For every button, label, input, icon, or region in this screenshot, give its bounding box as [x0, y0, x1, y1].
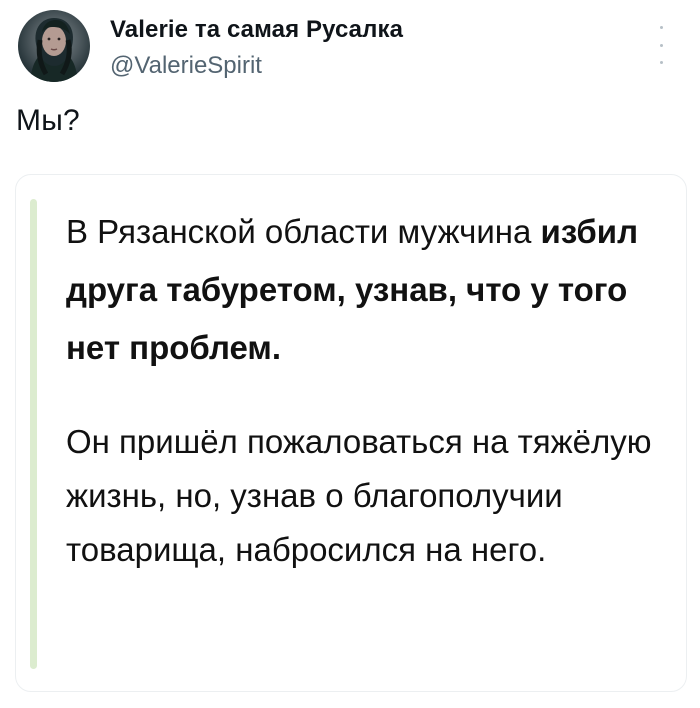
quote-accent-bar	[30, 199, 37, 669]
tweet-header: Valerie та самая Русалка @ValerieSpirit	[18, 10, 682, 84]
author-handle[interactable]: @ValerieSpirit	[110, 52, 262, 80]
author-avatar[interactable]	[18, 10, 90, 82]
more-options-button[interactable]	[654, 26, 668, 64]
more-vertical-icon-dot-3	[659, 61, 663, 64]
avatar-portrait-icon	[30, 18, 78, 82]
embedded-post-body: Он пришёл пожаловаться на тяжёлую жизнь,…	[66, 423, 652, 568]
embedded-post-headline: В Рязанской области мужчина избил друга …	[66, 203, 666, 377]
tweet-text: Мы?	[16, 104, 80, 137]
more-vertical-icon-dot-2	[659, 43, 663, 47]
more-vertical-icon	[659, 26, 663, 29]
embedded-post-card[interactable]: В Рязанской области мужчина избил друга …	[15, 174, 687, 692]
headline-lead: В Рязанской области мужчина	[66, 213, 541, 250]
author-name[interactable]: Valerie та самая Русалка	[110, 16, 403, 44]
